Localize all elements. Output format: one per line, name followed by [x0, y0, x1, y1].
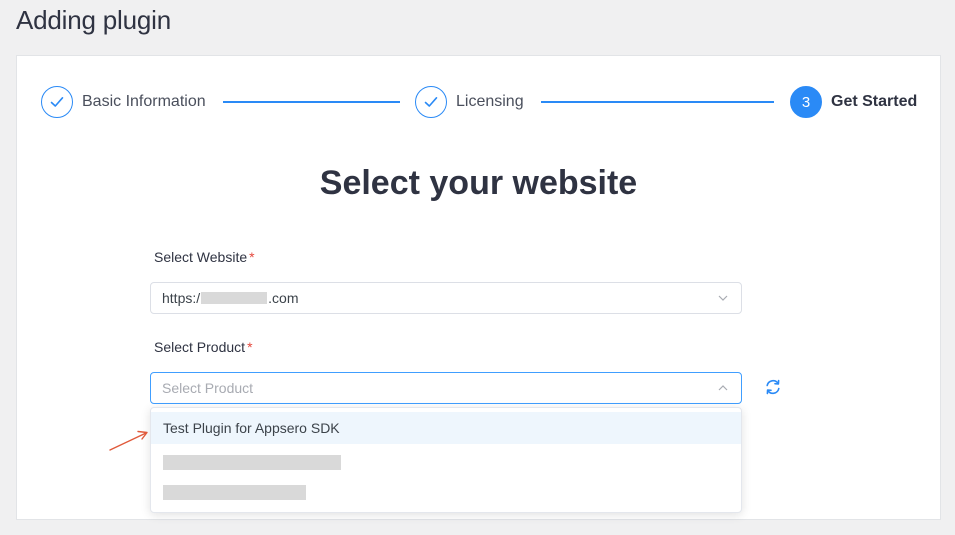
check-icon — [424, 97, 438, 107]
redacted-text — [201, 292, 268, 304]
step-licensing[interactable]: Licensing — [415, 86, 524, 118]
step-basic-information[interactable]: Basic Information — [41, 86, 206, 118]
product-dropdown: Test Plugin for Appsero SDK — [150, 407, 742, 513]
step-number: 3 — [801, 93, 811, 111]
required-mark: * — [247, 339, 253, 355]
page-title: Adding plugin — [16, 5, 171, 35]
check-icon — [50, 97, 64, 107]
refresh-icon[interactable] — [764, 378, 782, 396]
redacted-text — [163, 484, 306, 500]
step-label: Get Started — [831, 93, 918, 110]
redacted-text — [163, 454, 341, 470]
website-value-prefix: https:/ — [162, 290, 201, 306]
step-get-started[interactable]: 3 Get Started — [790, 86, 917, 118]
step-done-circle — [41, 86, 73, 118]
wizard-steps: Basic Information Licensing 3 Get Starte… — [17, 56, 940, 146]
dropdown-option[interactable] — [151, 476, 741, 508]
label-text: Select Product — [154, 339, 246, 355]
plugin-wizard-card: Basic Information Licensing 3 Get Starte… — [16, 55, 941, 520]
website-value-suffix: .com — [268, 290, 299, 306]
label-text: Select Website — [154, 249, 248, 265]
product-placeholder: Select Product — [162, 380, 254, 396]
step-label: Basic Information — [82, 93, 206, 110]
dropdown-option[interactable] — [151, 446, 741, 478]
step-done-circle — [415, 86, 447, 118]
chevron-up-icon — [718, 385, 728, 391]
step-label: Licensing — [456, 93, 524, 110]
product-select[interactable]: Select Product — [150, 372, 742, 404]
product-field-label: Select Product * — [154, 339, 253, 355]
step-active-circle: 3 — [790, 86, 822, 118]
option-label: Test Plugin for Appsero SDK — [163, 420, 340, 436]
annotation-arrow-icon — [109, 430, 148, 451]
dropdown-option[interactable]: Test Plugin for Appsero SDK — [151, 412, 741, 444]
website-select[interactable]: https:/ .com — [150, 282, 742, 314]
step-connector — [541, 101, 774, 103]
website-field-label: Select Website * — [154, 249, 255, 265]
step-connector — [223, 101, 400, 103]
required-mark: * — [249, 249, 255, 265]
section-heading: Select your website — [319, 164, 638, 202]
chevron-down-icon — [718, 295, 728, 301]
